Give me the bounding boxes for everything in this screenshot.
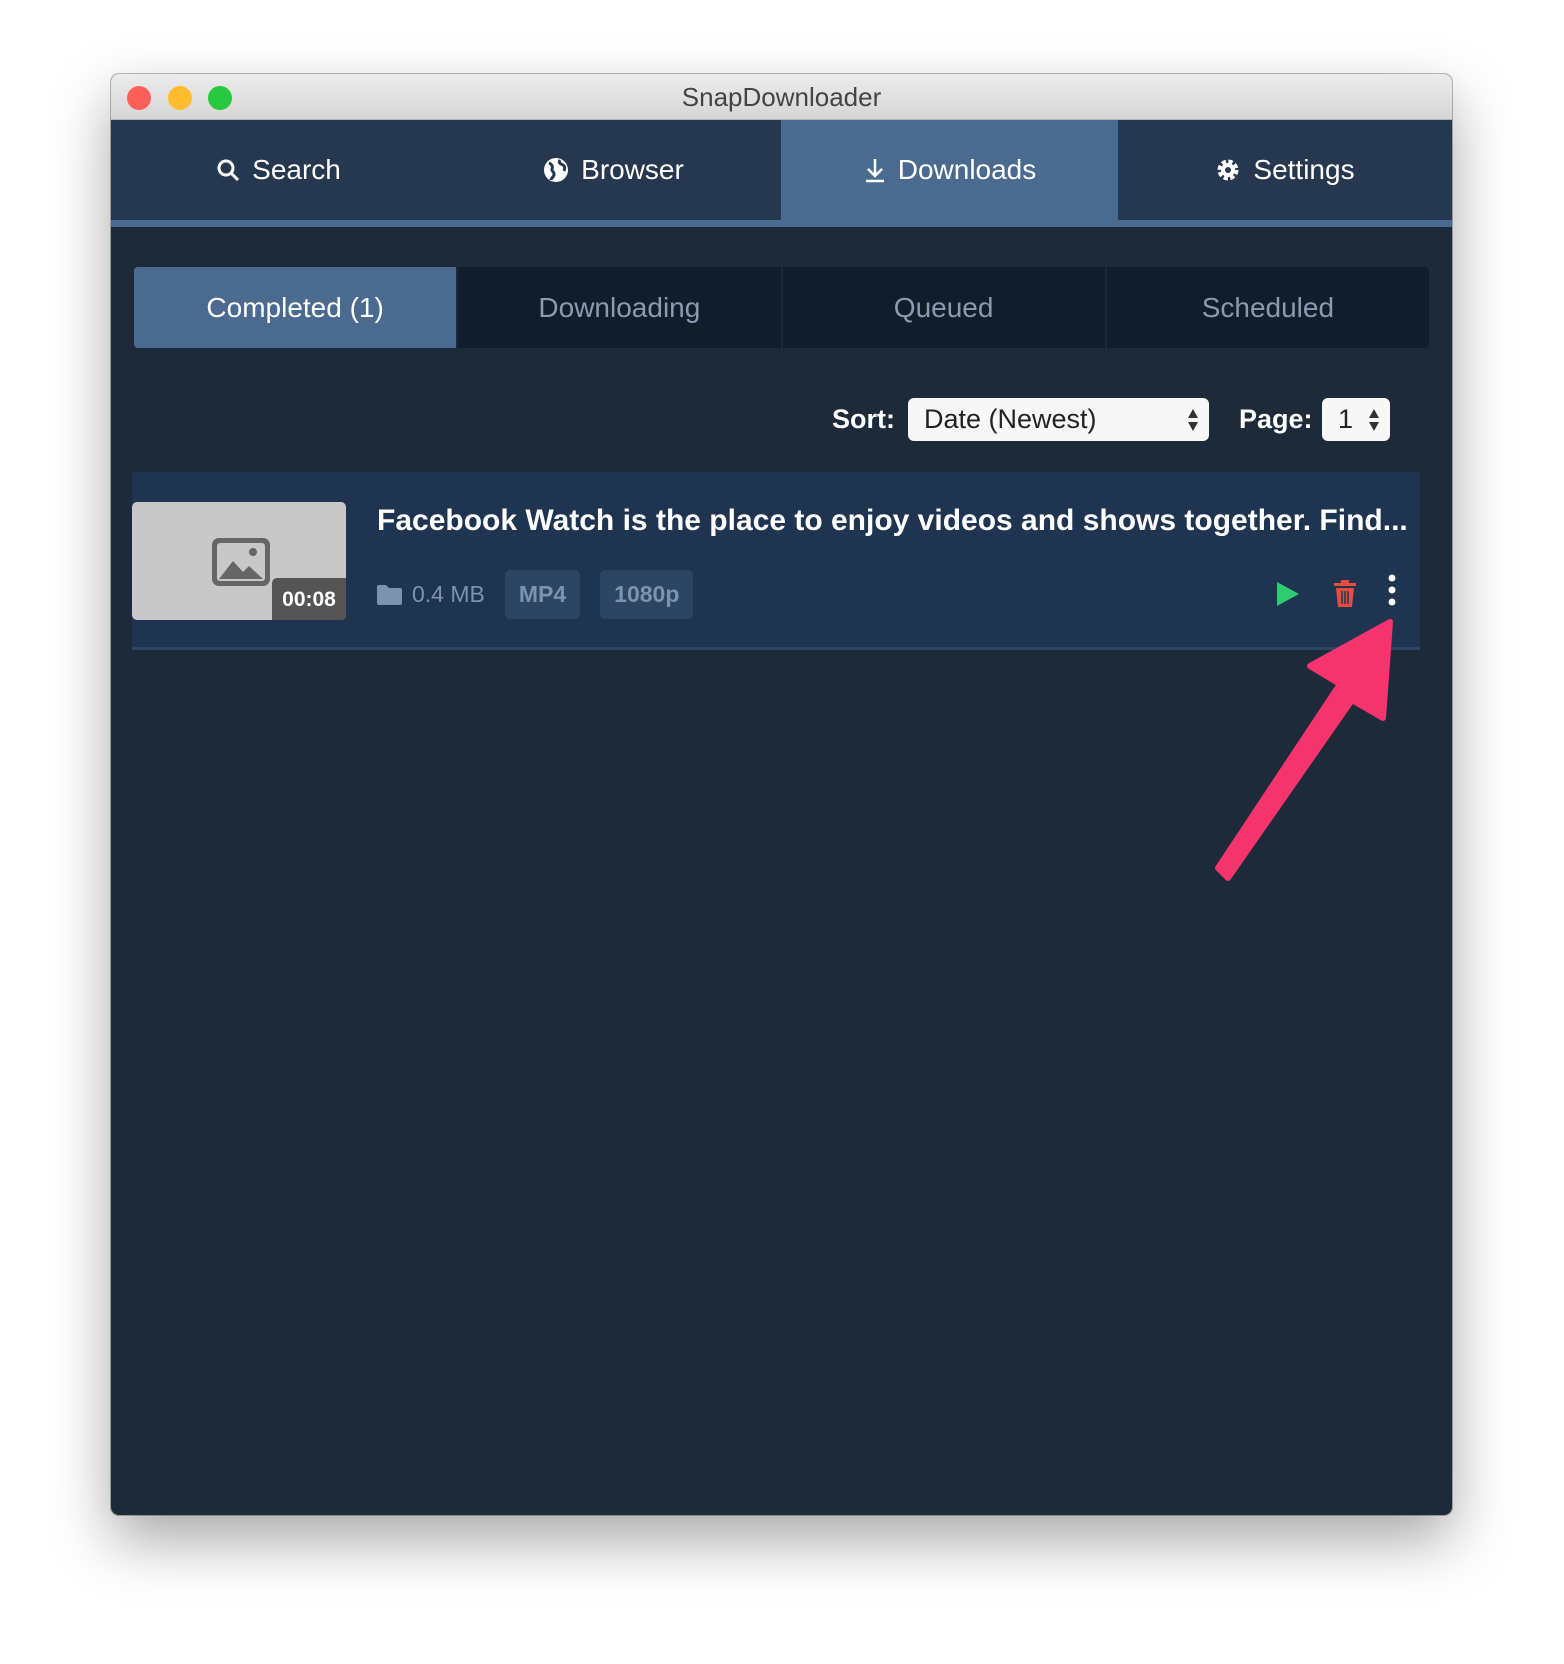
annotation-arrow bbox=[1215, 619, 1393, 881]
